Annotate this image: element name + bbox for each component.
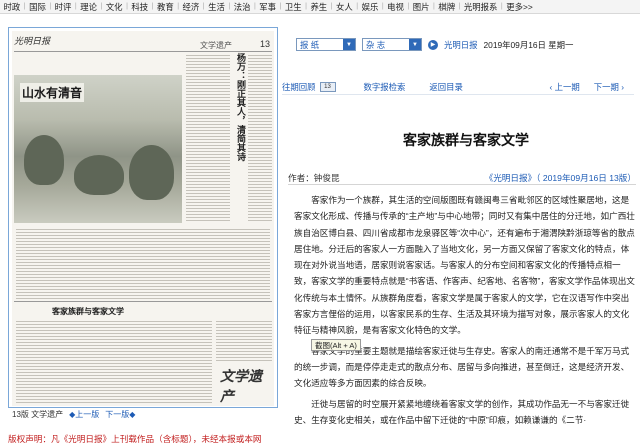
article-author: 作者：钟俊昆 [288,173,340,183]
newspaper-page-image[interactable]: 光明日报 文学遗产 13 山水有清音 杨万：刚正其人，清简其诗 客家族群与客家文… [12,31,274,406]
past-review-link[interactable]: 往期回顾 [282,81,316,93]
text-column[interactable] [186,55,230,223]
nav-item[interactable]: 时评 [51,1,75,13]
paper-type-select[interactable]: 报 纸 ▼ [296,38,356,51]
paper-page-number: 13 [260,39,271,49]
chevron-down-icon: ▼ [343,39,355,50]
nav-item[interactable]: 卫生 [281,1,305,13]
prev-page-label: 上一版 [75,410,100,419]
next-issue-label: 下一期 [593,82,619,92]
article-headline-vertical[interactable]: 杨万：刚正其人，清简其诗 [234,53,246,163]
nav-item[interactable]: 科技 [128,1,152,13]
paper-name[interactable]: 光明日报 [444,39,478,51]
nav-item[interactable]: 光明报系 [460,1,501,13]
paper-type-value: 报 纸 [300,39,320,50]
next-issue-link[interactable]: 下一期 › [594,81,624,93]
text-column[interactable] [16,321,212,403]
nav-item[interactable]: 军事 [256,1,280,13]
next-page-link[interactable]: 下一版◆ [105,409,135,420]
issue-select[interactable]: 杂 志 ▼ [362,38,422,51]
paper-footer: 13版 文学遗产 ◆上一版 下一版◆ [12,409,135,420]
article-source[interactable]: 《光明日报》（ 2019年09月16日 13版） [485,172,636,184]
article-headline-hakka[interactable]: 客家族群与客家文学 [52,306,124,317]
nav-item[interactable]: 娱乐 [358,1,382,13]
nav-item[interactable]: 文化 [102,1,126,13]
issue-date-text: 2019年09月16日 星期一 [483,39,574,50]
article-paragraph: 迁徙与居留的时空展开紧紧地缠绕着客家文学的创作，其成功作品无一不与客家迁徙史、生… [294,398,630,425]
prev-page-link[interactable]: ◆上一版 [69,409,99,420]
nav-item[interactable]: 更多>> [503,1,537,13]
nav-item[interactable]: 理论 [77,1,101,13]
prev-issue-label: 上一期 [554,82,580,92]
copyright-notice: 版权声明：凡《光明日报》上刊载作品（含标题），未经本报或本网 [8,434,262,444]
text-column[interactable] [216,321,272,361]
newspaper-page-frame: 光明日报 文学遗产 13 山水有清音 杨万：刚正其人，清简其诗 客家族群与客家文… [8,27,278,408]
nav-item[interactable]: 经济 [179,1,203,13]
section-stamp: 文学遗产 [220,369,262,405]
article-meta: 作者：钟俊昆 《光明日报》（ 2019年09月16日 13版） [288,172,636,184]
nav-item[interactable]: 时政 [0,1,24,13]
back-to-index-link[interactable]: 返回目录 [429,81,463,93]
page-select[interactable]: 13 [319,82,336,92]
paper-masthead: 光明日报 [14,37,51,47]
nav-item[interactable]: 教育 [153,1,177,13]
issue-toolbar: 往期回顾 13 数字报检索 返回目录 ‹ 上一期 下一期 › [282,80,634,95]
selector-bar: 报 纸 ▼ 杂 志 ▼ ▶ 光明日报 2019年09月16日 星期一 [296,38,573,51]
nav-item[interactable]: 女人 [333,1,357,13]
nav-item[interactable]: 图片 [409,1,433,13]
nav-item[interactable]: 法治 [230,1,254,13]
issue-date: 2019年09月16日 星期一 [484,39,574,51]
nav-item[interactable]: 生活 [205,1,229,13]
nav-item[interactable]: 国际 [26,1,50,13]
divider [288,184,636,185]
rule [14,301,272,302]
chevron-down-icon: ▼ [409,39,421,50]
nav-item[interactable]: 电视 [384,1,408,13]
text-column[interactable] [248,55,272,223]
rule [14,51,272,52]
paper-section-title: 文学遗产 [200,41,232,50]
article-paragraph: 客家作为一个族群，其生活的空间版图既有赣闽粤三省毗邻区的区域性聚居地，这是客家文… [294,195,635,336]
nav-item[interactable]: 棋牌 [435,1,459,13]
nav-item[interactable]: 养生 [307,1,331,13]
page-label: 13版 文学遗产 [12,410,64,419]
page-select-value: 13 [324,84,331,90]
top-navigation: 时政 | 国际 | 时评 | 理论 | 文化 | 科技 | 教育 | 经济 | 生活 | 法治 | 军事 | 卫生 | 养生 | 女… [0,0,640,14]
screenshot-tooltip: 截图(Alt + A) [311,339,361,351]
article-title: 客家族群与客家文学 [403,132,529,148]
next-page-label: 下一版 [105,410,130,419]
article-headline-left[interactable]: 山水有清音 [20,83,85,102]
text-column[interactable] [16,229,270,299]
issue-value: 杂 志 [366,39,386,50]
article-body: 客家作为一个族群，其生活的空间版图既有赣闽粤三省毗邻区的区域性聚居地，这是客家文… [294,192,636,432]
prev-issue-link[interactable]: ‹ 上一期 [550,81,580,93]
arrow-right-icon[interactable]: ▶ [428,39,438,50]
digital-search-link[interactable]: 数字报检索 [364,81,406,93]
